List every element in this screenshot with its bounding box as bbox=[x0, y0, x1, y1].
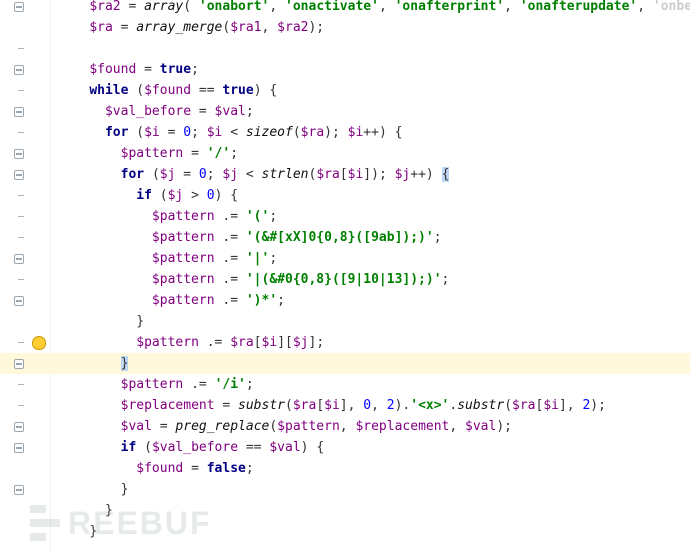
gutter-tick-icon bbox=[18, 48, 24, 49]
code-line[interactable]: for ($i = 0; $i < sizeof($ra); $i++) { bbox=[50, 122, 690, 143]
code-area[interactable]: $ra2 = array( 'onabort', 'onactivate', '… bbox=[50, 0, 690, 542]
fold-icon[interactable] bbox=[14, 149, 24, 159]
gutter-folding bbox=[0, 0, 29, 551]
code-line[interactable]: $pattern .= '|(&#0{0,8}([9|10|13]);)'; bbox=[50, 269, 690, 290]
fold-icon[interactable] bbox=[14, 65, 24, 75]
code-line[interactable]: while ($found == true) { bbox=[50, 80, 690, 101]
gutter-tick-icon bbox=[18, 90, 24, 91]
fold-icon[interactable] bbox=[14, 254, 24, 264]
gutter-tick-icon bbox=[18, 279, 24, 280]
code-line[interactable]: $val = preg_replace($pattern, $replaceme… bbox=[50, 416, 690, 437]
code-line[interactable]: $pattern .= '|'; bbox=[50, 248, 690, 269]
fold-icon[interactable] bbox=[14, 296, 24, 306]
gutter-icons bbox=[28, 0, 51, 551]
gutter-tick-icon bbox=[18, 216, 24, 217]
code-line[interactable]: } bbox=[50, 500, 690, 521]
code-line[interactable]: } bbox=[50, 353, 690, 374]
code-line[interactable]: for ($j = 0; $j < strlen($ra[$i]); $j++)… bbox=[50, 164, 690, 185]
lightbulb-icon[interactable] bbox=[32, 336, 46, 350]
code-line[interactable]: $pattern .= '('; bbox=[50, 206, 690, 227]
fold-icon[interactable] bbox=[14, 107, 24, 117]
code-line[interactable]: $pattern .= '(&#[xX]0{0,8}([9ab]);)'; bbox=[50, 227, 690, 248]
fold-icon[interactable] bbox=[14, 485, 24, 495]
code-line[interactable]: if ($j > 0) { bbox=[50, 185, 690, 206]
code-line[interactable]: } bbox=[50, 311, 690, 332]
code-line[interactable]: $found = true; bbox=[50, 59, 690, 80]
fold-icon[interactable] bbox=[14, 443, 24, 453]
fold-icon[interactable] bbox=[14, 170, 24, 180]
gutter-tick-icon bbox=[18, 237, 24, 238]
code-line[interactable]: $ra = array_merge($ra1, $ra2); bbox=[50, 17, 690, 38]
code-line[interactable]: $val_before = $val; bbox=[50, 101, 690, 122]
code-line[interactable]: if ($val_before == $val) { bbox=[50, 437, 690, 458]
code-line[interactable]: } bbox=[50, 521, 690, 542]
fold-icon[interactable] bbox=[14, 359, 24, 369]
gutter-tick-icon bbox=[18, 405, 24, 406]
code-line[interactable]: $found = false; bbox=[50, 458, 690, 479]
code-line[interactable]: $ra2 = array( 'onabort', 'onactivate', '… bbox=[50, 0, 690, 17]
gutter-tick-icon bbox=[18, 132, 24, 133]
code-line[interactable]: $replacement = substr($ra[$i], 0, 2).'<x… bbox=[50, 395, 690, 416]
code-line[interactable]: $pattern .= ')*'; bbox=[50, 290, 690, 311]
fold-icon[interactable] bbox=[14, 422, 24, 432]
code-line[interactable] bbox=[50, 38, 690, 59]
gutter-tick-icon bbox=[18, 384, 24, 385]
code-line[interactable]: $pattern .= '/i'; bbox=[50, 374, 690, 395]
gutter-tick-icon bbox=[18, 342, 24, 343]
gutter-tick-icon bbox=[18, 195, 24, 196]
fold-icon[interactable] bbox=[14, 2, 24, 12]
code-line[interactable]: $pattern .= $ra[$i][$j]; bbox=[50, 332, 690, 353]
code-line[interactable]: $pattern = '/'; bbox=[50, 143, 690, 164]
code-line[interactable]: } bbox=[50, 479, 690, 500]
